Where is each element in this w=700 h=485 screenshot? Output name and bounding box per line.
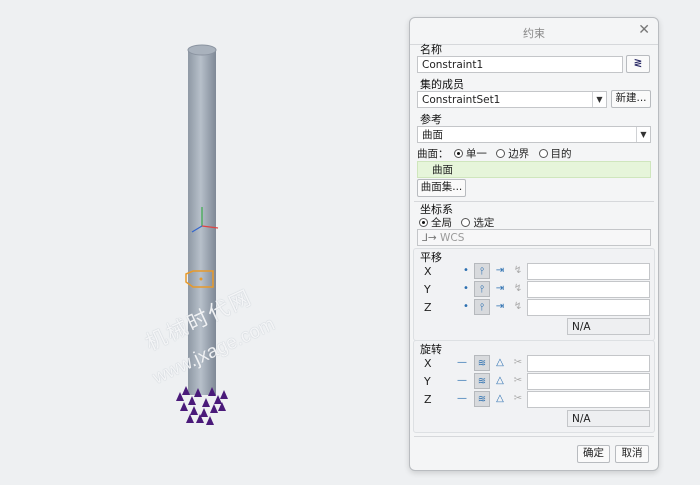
set-member-label: 集的成员	[420, 78, 464, 91]
reference-selection: 曲面	[432, 164, 453, 176]
name-input[interactable]: Constraint1	[417, 56, 623, 73]
spring-rotation-icon[interactable]: ✂	[510, 373, 526, 389]
free-translation-icon[interactable]: •	[458, 263, 474, 279]
radio-selected-label: 选定	[473, 217, 495, 229]
free-rotation-icon[interactable]: —	[454, 355, 470, 371]
translation-value-input[interactable]	[527, 263, 650, 280]
radio-global-label: 全局	[431, 217, 452, 229]
fixed-constraint-glyph	[180, 402, 188, 411]
rotation-axis-label: Y	[424, 375, 431, 388]
csys-icon: ⅃→	[422, 232, 437, 244]
prescribed-translation-icon[interactable]: ⇥	[492, 299, 508, 315]
fixed-constraint-glyph	[210, 404, 218, 413]
spring-translation-icon[interactable]: ↯	[510, 281, 526, 297]
translation-label: 平移	[420, 251, 442, 264]
free-translation-icon[interactable]: •	[458, 299, 474, 315]
fixed-constraint-glyph	[188, 396, 196, 405]
prescribed-rotation-icon[interactable]: △	[492, 373, 508, 389]
fixed-translation-icon[interactable]: ⫯	[474, 281, 490, 297]
chevron-down-icon: ▼	[636, 127, 650, 142]
zigzag-icon: ≷	[633, 57, 643, 69]
chevron-down-icon: ▼	[592, 92, 606, 107]
translation-na: N/A	[567, 318, 650, 335]
rotation-value-input[interactable]	[527, 373, 650, 390]
set-member-select[interactable]: ConstraintSet1 ▼	[417, 91, 607, 108]
divider	[414, 436, 654, 437]
constraint-dialog: 约束 ✕ 名称 Constraint1 ≷ 集的成员 ConstraintSet…	[409, 17, 659, 471]
fixed-constraint-glyph	[190, 406, 198, 415]
name-style-button[interactable]: ≷	[626, 55, 650, 73]
translation-value-input[interactable]	[527, 281, 650, 298]
rotation-panel: 旋转 X — ≋ △ ✂ Y — ≋ △ ✂ Z — ≋ △ ✂ N/A	[413, 340, 655, 433]
radio-boundary-label: 边界	[508, 148, 530, 160]
prescribed-rotation-icon[interactable]: △	[492, 355, 508, 371]
fixed-constraint-glyph	[200, 408, 208, 417]
spring-translation-icon[interactable]: ↯	[510, 263, 526, 279]
divider	[414, 201, 654, 202]
cylinder-top	[187, 44, 217, 56]
reference-filter-row: 曲面： 单一 边界 目的	[417, 146, 572, 161]
reference-type-value: 曲面	[422, 129, 443, 141]
spring-translation-icon[interactable]: ↯	[510, 299, 526, 315]
new-set-button[interactable]: 新建...	[611, 90, 651, 108]
radio-global[interactable]	[419, 218, 428, 227]
radio-intent-label: 目的	[550, 148, 572, 160]
fixed-translation-icon[interactable]: ⫯	[474, 263, 490, 279]
radio-intent[interactable]	[538, 149, 548, 158]
prescribed-translation-icon[interactable]: ⇥	[492, 263, 508, 279]
rotation-value-input[interactable]	[527, 391, 650, 408]
cancel-button[interactable]: 取消	[615, 445, 649, 463]
rotation-axis-label: X	[424, 357, 432, 370]
fixed-rotation-icon[interactable]: ≋	[474, 391, 490, 407]
dialog-title: 约束	[523, 27, 545, 40]
surface-set-button[interactable]: 曲面集...	[417, 179, 466, 197]
free-translation-icon[interactable]: •	[458, 281, 474, 297]
fixed-constraint-glyph	[206, 416, 214, 425]
translation-axis-label: Z	[424, 301, 432, 314]
csys-radio-row: 全局 选定	[417, 215, 494, 230]
fixed-constraint-glyph	[220, 390, 228, 399]
fixed-constraint-glyph	[214, 395, 222, 404]
spring-rotation-icon[interactable]: ✂	[510, 391, 526, 407]
rotation-axis-label: Z	[424, 393, 432, 406]
name-label: 名称	[420, 43, 442, 56]
free-rotation-icon[interactable]: —	[454, 373, 470, 389]
csys-value: WCS	[440, 232, 465, 244]
fixed-constraint-glyph	[202, 398, 210, 407]
prescribed-translation-icon[interactable]: ⇥	[492, 281, 508, 297]
fixed-rotation-icon[interactable]: ≋	[474, 355, 490, 371]
translation-panel: 平移 X • ⫯ ⇥ ↯ Y • ⫯ ⇥ ↯ Z • ⫯ ⇥ ↯ N/A	[413, 248, 655, 341]
fixed-constraint-glyph	[186, 414, 194, 423]
rotation-na: N/A	[567, 410, 650, 427]
translation-axis-label: X	[424, 265, 432, 278]
set-member-value: ConstraintSet1	[422, 94, 501, 106]
spring-rotation-icon[interactable]: ✂	[510, 355, 526, 371]
reference-label: 参考	[420, 113, 442, 126]
radio-boundary[interactable]	[496, 149, 506, 158]
translation-value-input[interactable]	[527, 299, 650, 316]
reference-type-select[interactable]: 曲面 ▼	[417, 126, 651, 143]
ok-button[interactable]: 确定	[577, 445, 610, 463]
prescribed-rotation-icon[interactable]: △	[492, 391, 508, 407]
radio-selected[interactable]	[461, 218, 471, 227]
fixed-translation-icon[interactable]: ⫯	[474, 299, 490, 315]
translation-axis-label: Y	[424, 283, 431, 296]
rotation-label: 旋转	[420, 343, 442, 356]
dialog-titlebar: 约束 ✕	[410, 18, 658, 45]
csys-collector[interactable]: ⅃→ WCS	[417, 229, 651, 246]
reference-collector[interactable]: 曲面	[417, 161, 651, 178]
radio-single-label: 单一	[465, 148, 487, 160]
radio-single[interactable]	[453, 149, 463, 158]
free-rotation-icon[interactable]: —	[454, 391, 470, 407]
rotation-value-input[interactable]	[527, 355, 650, 372]
close-icon[interactable]: ✕	[638, 22, 650, 38]
reference-filter-label: 曲面：	[417, 148, 449, 160]
fixed-rotation-icon[interactable]: ≋	[474, 373, 490, 389]
